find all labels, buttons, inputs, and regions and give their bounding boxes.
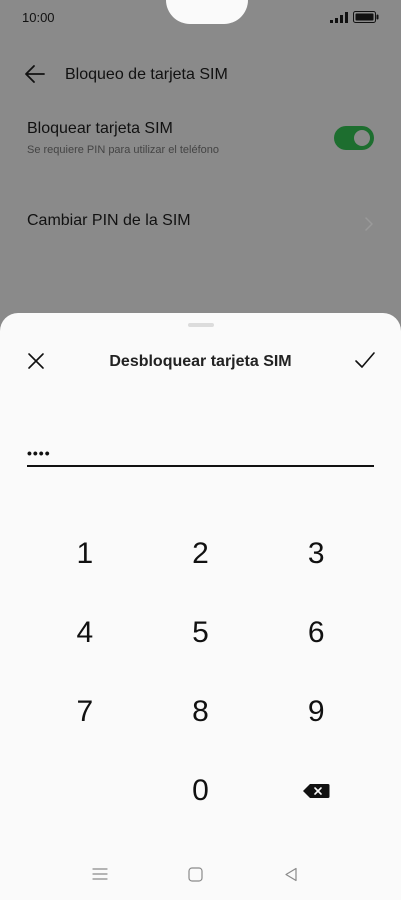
- check-icon[interactable]: [354, 351, 376, 369]
- back-arrow-icon[interactable]: [24, 63, 46, 85]
- lock-sim-subtitle: Se requiere PIN para utilizar el teléfon…: [27, 144, 219, 156]
- dialog-title: Desbloquear tarjeta SIM: [109, 353, 292, 370]
- key-6[interactable]: 6: [258, 589, 374, 676]
- key-5[interactable]: 5: [143, 589, 259, 676]
- key-7[interactable]: 7: [27, 668, 143, 755]
- pin-input[interactable]: ••••: [27, 433, 374, 467]
- signal-icon: [330, 11, 348, 23]
- lock-sim-title: Bloquear tarjeta SIM: [27, 120, 173, 137]
- key-3[interactable]: 3: [258, 510, 374, 597]
- key-8[interactable]: 8: [143, 668, 259, 755]
- numeric-keypad: 1 2 3 4 5 6 7 8 9 0: [27, 518, 374, 834]
- app-header: Bloqueo de tarjeta SIM: [0, 54, 401, 96]
- camera-notch: [166, 0, 248, 24]
- battery-icon: [353, 11, 379, 23]
- back-nav-icon[interactable]: [284, 867, 298, 882]
- key-0[interactable]: 0: [143, 747, 259, 834]
- key-2[interactable]: 2: [143, 510, 259, 597]
- drag-handle[interactable]: [188, 323, 214, 327]
- chevron-right-icon: [365, 217, 373, 231]
- key-9[interactable]: 9: [258, 668, 374, 755]
- toggle-knob: [354, 130, 370, 146]
- status-time: 10:00: [22, 10, 55, 25]
- system-nav-bar: [0, 854, 401, 900]
- pin-dialog-sheet: Desbloquear tarjeta SIM •••• 1 2 3 4 5 6…: [0, 313, 401, 900]
- backspace-icon: [303, 783, 330, 798]
- dialog-header: Desbloquear tarjeta SIM: [0, 347, 401, 377]
- key-1[interactable]: 1: [27, 510, 143, 597]
- menu-icon[interactable]: [92, 867, 108, 881]
- status-bar: 10:00: [0, 0, 401, 36]
- change-pin-title: Cambiar PIN de la SIM: [27, 212, 191, 229]
- status-icons: [330, 11, 379, 23]
- lock-sim-toggle[interactable]: [334, 126, 374, 150]
- backspace-key[interactable]: [258, 747, 374, 834]
- key-4[interactable]: 4: [27, 589, 143, 676]
- home-icon[interactable]: [188, 867, 203, 882]
- change-pin-setting[interactable]: Cambiar PIN de la SIM: [27, 212, 374, 236]
- page-title: Bloqueo de tarjeta SIM: [65, 66, 228, 83]
- pin-value: ••••: [27, 445, 51, 461]
- lock-sim-setting[interactable]: Bloquear tarjeta SIM Se requiere PIN par…: [27, 120, 374, 166]
